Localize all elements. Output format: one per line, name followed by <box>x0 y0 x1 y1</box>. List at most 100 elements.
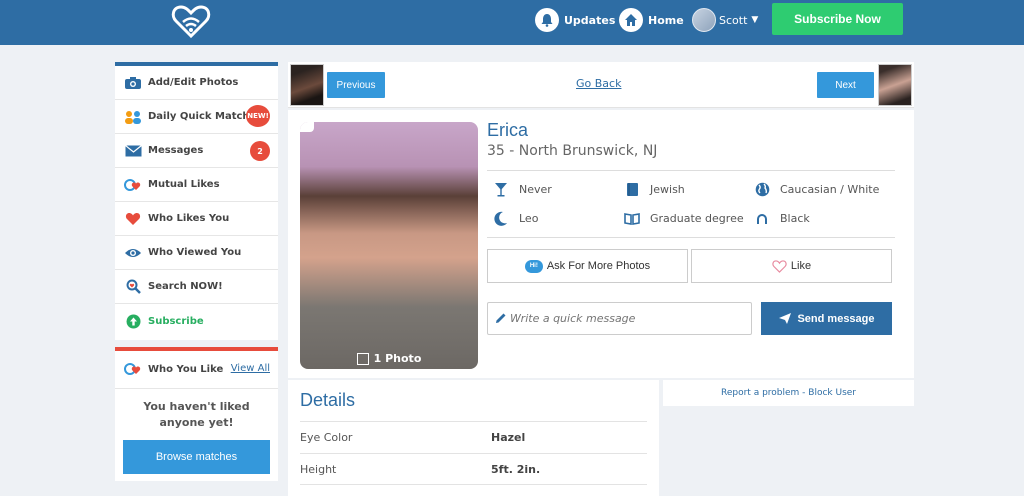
mutual-likes-icon <box>124 177 142 193</box>
detail-value: Hazel <box>491 431 526 444</box>
report-block-label[interactable]: Report a problem - Block User <box>721 388 856 398</box>
sidebar-item-label: Daily Quick Match <box>148 111 250 122</box>
hi-bubble-icon: Hi! <box>524 259 543 273</box>
like-label: Like <box>790 260 812 272</box>
sidebar-item-who-likes-you[interactable]: Who Likes You <box>115 202 278 236</box>
sidebar-item-label: Messages <box>148 145 204 156</box>
sidebar-item-messages[interactable]: Messages 2 <box>115 134 278 168</box>
arrow-up-circle-icon <box>124 313 142 329</box>
open-book-icon <box>624 210 640 226</box>
detail-row-eye-color: Eye Color Hazel <box>300 421 647 453</box>
updates-link[interactable]: Updates <box>535 6 615 34</box>
attr-education: Graduate degree <box>624 210 744 226</box>
attr-education-value: Graduate degree <box>650 211 744 225</box>
top-navigation-bar: Updates Home Scott ▼ Subscribe Now <box>0 0 1024 45</box>
moon-icon <box>493 210 509 226</box>
message-count-badge: 2 <box>250 141 270 161</box>
next-profile-thumbnail[interactable] <box>878 64 912 106</box>
profile-name: Erica <box>487 120 529 140</box>
who-you-like-header: Who You Like View All <box>115 351 278 389</box>
sidebar-menu: Add/Edit Photos Daily Quick Match NEW! M… <box>115 62 278 340</box>
profile-age-location: 35 - North Brunswick, NJ <box>487 143 658 159</box>
profile-photo[interactable]: 1 Photo <box>300 122 478 369</box>
cocktail-glass-icon <box>493 181 509 197</box>
attr-religion-value: Jewish <box>650 182 685 196</box>
avatar <box>692 8 716 32</box>
attr-hair: Black <box>754 210 810 226</box>
subscribe-now-button[interactable]: Subscribe Now <box>772 3 903 35</box>
send-message-label: Send message <box>797 312 875 325</box>
paper-plane-icon <box>778 312 792 325</box>
sidebar-item-label: Mutual Likes <box>148 179 220 190</box>
attr-drinking: Never <box>493 181 552 197</box>
attr-ethnicity-value: Caucasian / White <box>780 182 880 196</box>
ask-for-more-photos-button[interactable]: Hi! Ask For More Photos <box>487 249 688 283</box>
updates-label: Updates <box>564 13 616 27</box>
browse-matches-button[interactable]: Browse matches <box>123 440 270 474</box>
eye-icon <box>124 245 142 261</box>
pencil-icon <box>495 312 507 324</box>
photo-corner-tab <box>300 122 314 132</box>
sidebar-item-who-viewed-you[interactable]: Who Viewed You <box>115 236 278 270</box>
sidebar-item-label: Who Viewed You <box>148 247 242 258</box>
sidebar-item-mutual-likes[interactable]: Mutual Likes <box>115 168 278 202</box>
divider <box>487 237 895 238</box>
sidebar-item-daily-quick-match[interactable]: Daily Quick Match NEW! <box>115 100 278 134</box>
report-block-links[interactable]: Report a problem - Block User <box>663 380 914 406</box>
mutual-likes-icon <box>124 362 142 378</box>
attr-zodiac-value: Leo <box>519 211 539 225</box>
home-link[interactable]: Home <box>619 6 684 34</box>
logo-heart-wifi-icon[interactable] <box>170 2 212 40</box>
chevron-down-icon: ▼ <box>751 15 759 25</box>
detail-key: Height <box>300 462 337 476</box>
previous-profile-thumbnail[interactable] <box>290 64 324 106</box>
empty-likes-message: You haven't liked anyone yet! <box>143 400 250 429</box>
photo-count[interactable]: 1 Photo <box>300 352 478 365</box>
who-you-like-title: Who You Like <box>148 364 224 375</box>
view-all-link[interactable]: View All <box>231 363 270 374</box>
user-menu[interactable]: Scott ▼ <box>692 6 758 34</box>
attr-hair-value: Black <box>780 211 810 225</box>
user-name: Scott <box>719 13 748 27</box>
profile-card: 1 Photo Erica 35 - North Brunswick, NJ N… <box>288 110 914 378</box>
next-button[interactable]: Next <box>817 72 874 98</box>
go-back-link[interactable]: Go Back <box>576 77 621 90</box>
ask-for-more-photos-label: Ask For More Photos <box>546 260 651 272</box>
bell-icon <box>535 8 559 32</box>
previous-button[interactable]: Previous <box>327 72 385 98</box>
attr-ethnicity: Caucasian / White <box>754 181 879 197</box>
who-you-like-panel: Who You Like View All You haven't liked … <box>115 347 278 481</box>
sidebar-item-label: Add/Edit Photos <box>148 77 239 88</box>
sidebar-item-search-now[interactable]: Search NOW! <box>115 270 278 304</box>
attr-religion: Jewish <box>624 181 685 197</box>
detail-row-height: Height 5ft. 2in. <box>300 453 647 485</box>
sidebar-item-add-edit-photos[interactable]: Add/Edit Photos <box>115 66 278 100</box>
quick-message-input[interactable] <box>487 302 752 335</box>
sidebar-item-label: Subscribe <box>148 315 204 327</box>
globe-icon <box>754 181 770 197</box>
attr-zodiac: Leo <box>493 210 538 226</box>
attr-drinking-value: Never <box>519 182 552 196</box>
send-message-button[interactable]: Send message <box>761 302 892 335</box>
sidebar-item-label: Search NOW! <box>148 281 223 292</box>
home-label: Home <box>648 13 684 27</box>
heart-icon <box>124 211 142 227</box>
new-badge: NEW! <box>246 105 270 127</box>
divider <box>487 170 895 171</box>
heart-outline-icon <box>772 259 787 273</box>
sidebar-item-subscribe[interactable]: Subscribe <box>115 304 278 338</box>
home-icon <box>619 8 643 32</box>
people-match-icon <box>124 109 142 125</box>
search-icon <box>124 279 142 295</box>
detail-key: Eye Color <box>300 431 353 444</box>
book-icon <box>624 181 640 197</box>
like-button[interactable]: Like <box>691 249 892 283</box>
detail-value: 5ft. 2in. <box>491 462 541 476</box>
photo-icon <box>356 352 369 365</box>
details-panel: Details Eye Color Hazel Height 5ft. 2in. <box>288 380 659 496</box>
sidebar-item-label: Who Likes You <box>148 213 230 224</box>
envelope-icon <box>124 143 142 159</box>
details-title: Details <box>300 390 356 410</box>
hair-icon <box>754 210 770 226</box>
profile-navigation: Previous Go Back Next <box>288 62 914 108</box>
